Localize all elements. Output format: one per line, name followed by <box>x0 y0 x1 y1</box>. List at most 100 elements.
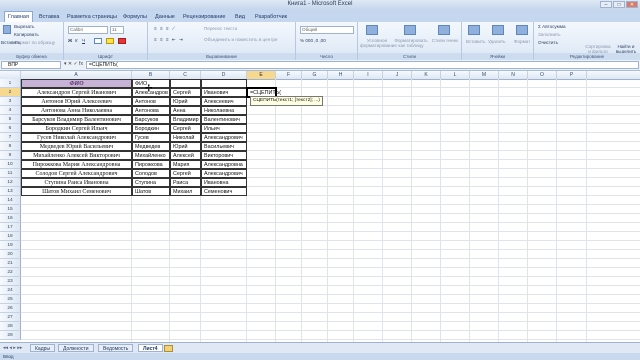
tab-formulas[interactable]: Формулы <box>120 12 150 22</box>
italic-button[interactable]: К <box>75 38 78 43</box>
row-header[interactable]: 1 <box>0 79 21 88</box>
row-header[interactable]: 25 <box>0 295 21 304</box>
insert-cells-button[interactable]: Вставить <box>466 39 485 44</box>
row-header[interactable]: 28 <box>0 322 21 331</box>
column-header[interactable]: E <box>247 71 276 79</box>
sheet-tab-dolzhnosti[interactable]: Должности <box>58 344 94 352</box>
column-header[interactable]: F <box>276 71 302 79</box>
row-header[interactable]: 12 <box>0 178 21 187</box>
row-header[interactable]: 6 <box>0 124 21 133</box>
surname-cell[interactable]: Пирожкова <box>132 160 170 169</box>
font-size-box[interactable]: 11 <box>110 26 124 34</box>
row-header[interactable]: 10 <box>0 160 21 169</box>
row-header[interactable]: 3 <box>0 97 21 106</box>
surname-cell[interactable]: Бородкин <box>132 124 170 133</box>
full-name-cell[interactable]: Антонова Анна Николаевна <box>21 106 132 115</box>
row-header[interactable]: 27 <box>0 313 21 322</box>
surname-cell[interactable]: Солодов <box>132 169 170 178</box>
first-name-cell[interactable]: Николай <box>170 133 201 142</box>
column-header[interactable]: C <box>170 71 201 79</box>
full-name-cell[interactable]: Барсуков Владимир Валентинович <box>21 115 132 124</box>
column-header[interactable]: M <box>470 71 499 79</box>
empty-header-cell[interactable] <box>170 79 201 88</box>
full-name-cell[interactable]: Шатов Михаил Семенович <box>21 187 132 196</box>
column-header[interactable]: H <box>328 71 354 79</box>
full-name-cell[interactable]: Ступина Раиса Ивановна <box>21 178 132 187</box>
patronymic-cell[interactable]: Александрович <box>201 133 247 142</box>
bold-button[interactable]: Ж <box>68 38 72 43</box>
row-header[interactable]: 17 <box>0 223 21 232</box>
conditional-format-icon[interactable] <box>366 25 378 35</box>
merge-center-button[interactable]: Объединить и поместить в центре <box>204 37 277 42</box>
autosum-button[interactable]: Σ Автосумма <box>538 24 566 29</box>
full-name-cell[interactable]: Александров Сергей Иванович <box>21 88 132 97</box>
row-header[interactable]: 2 <box>0 88 21 97</box>
column-header[interactable]: L <box>441 71 470 79</box>
surname-cell[interactable]: Шатов <box>132 187 170 196</box>
full-name-cell[interactable]: Антонов Юрий Алексеевич <box>21 97 132 106</box>
surname-cell[interactable]: Медведев <box>132 142 170 151</box>
row-header[interactable]: 23 <box>0 277 21 286</box>
row-header[interactable]: 20 <box>0 250 21 259</box>
first-name-cell[interactable]: Юрий <box>170 142 201 151</box>
row-header[interactable]: 21 <box>0 259 21 268</box>
surname-cell[interactable]: Михайленко <box>132 151 170 160</box>
delete-cells-icon[interactable] <box>492 25 504 35</box>
delete-cells-button[interactable]: Удалить <box>488 39 506 44</box>
row-header[interactable]: 18 <box>0 232 21 241</box>
first-name-cell[interactable]: Раиса <box>170 178 201 187</box>
first-name-cell[interactable]: Анна <box>170 106 201 115</box>
sheet-tab-vedomost[interactable]: Ведомость <box>98 344 134 352</box>
empty-header-cell[interactable] <box>201 79 247 88</box>
full-name-cell[interactable]: Бородкин Сергей Ильич <box>21 124 132 133</box>
first-name-cell[interactable]: Михаил <box>170 187 201 196</box>
sheet-nav-arrows[interactable]: ◂◂ ◂ ▸ ▸▸ <box>3 345 22 351</box>
borders-icon[interactable] <box>94 38 102 44</box>
first-name-cell[interactable]: Алексей <box>170 151 201 160</box>
row-header[interactable]: 7 <box>0 133 21 142</box>
paste-icon[interactable] <box>3 25 11 34</box>
row-header[interactable]: 26 <box>0 304 21 313</box>
full-name-cell[interactable]: Солодов Сергей Александрович <box>21 169 132 178</box>
format-cells-icon[interactable] <box>516 25 528 35</box>
function-tooltip[interactable]: СЦЕПИТЬ(текст1; [текст2]; ...) <box>250 96 323 106</box>
format-cells-button[interactable]: Формат <box>514 39 530 44</box>
clear-button[interactable]: Очистить <box>538 40 558 45</box>
conditional-format-button[interactable]: Условное форматирование <box>360 38 397 48</box>
row-header[interactable]: 13 <box>0 187 21 196</box>
row-header[interactable]: 29 <box>0 331 21 340</box>
patronymic-cell[interactable]: Валентинович <box>201 115 247 124</box>
patronymic-cell[interactable]: Александровна <box>201 160 247 169</box>
full-name-cell[interactable]: Михайленко Алексей Викторович <box>21 151 132 160</box>
surname-cell[interactable]: Антонов <box>132 97 170 106</box>
first-name-cell[interactable]: Сергей <box>170 124 201 133</box>
patronymic-cell[interactable]: Николаевна <box>201 106 247 115</box>
worksheet-grid[interactable]: 1 2 3 4 5 6 7 8 9 10 11 12 13 14 15 16 17 18 19 20 21 22 23 24 2… <box>0 79 640 342</box>
formula-input[interactable]: =СЦЕПИТЬ( <box>86 61 639 69</box>
patronymic-cell[interactable]: Алексеевич <box>201 97 247 106</box>
tab-insert[interactable]: Вставка <box>36 12 62 22</box>
column-header[interactable]: D <box>201 71 247 79</box>
full-name-cell[interactable]: Гусев Николай Александрович <box>21 133 132 142</box>
patronymic-cell[interactable]: Ивановна <box>201 178 247 187</box>
sheet-tab-list4[interactable]: Лист4 <box>138 344 163 352</box>
row-header[interactable]: 9 <box>0 151 21 160</box>
select-all-corner[interactable] <box>0 71 21 79</box>
column-header[interactable]: K <box>412 71 441 79</box>
row-header[interactable]: 15 <box>0 205 21 214</box>
row-header[interactable]: 11 <box>0 169 21 178</box>
underline-button[interactable]: Ч <box>82 38 85 43</box>
column-header[interactable]: B <box>132 71 170 79</box>
column-header[interactable]: P <box>557 71 587 79</box>
full-name-cell[interactable]: Пирожкова Мария Александровна <box>21 160 132 169</box>
number-format-icons[interactable]: % 000 ,0 ,00 <box>300 38 326 43</box>
cell-styles-icon[interactable] <box>438 25 450 35</box>
insert-cells-icon[interactable] <box>468 25 480 35</box>
row-header[interactable]: 5 <box>0 115 21 124</box>
formula-buttons[interactable]: ▾ ✕ ✓ fx <box>64 61 83 67</box>
first-name-cell[interactable]: Владимир <box>170 115 201 124</box>
surname-cell[interactable]: Барсуков <box>132 115 170 124</box>
patronymic-cell[interactable]: Иванович <box>201 88 247 97</box>
patronymic-cell[interactable]: Александрович <box>201 169 247 178</box>
close-button[interactable]: ✕ <box>626 1 638 8</box>
